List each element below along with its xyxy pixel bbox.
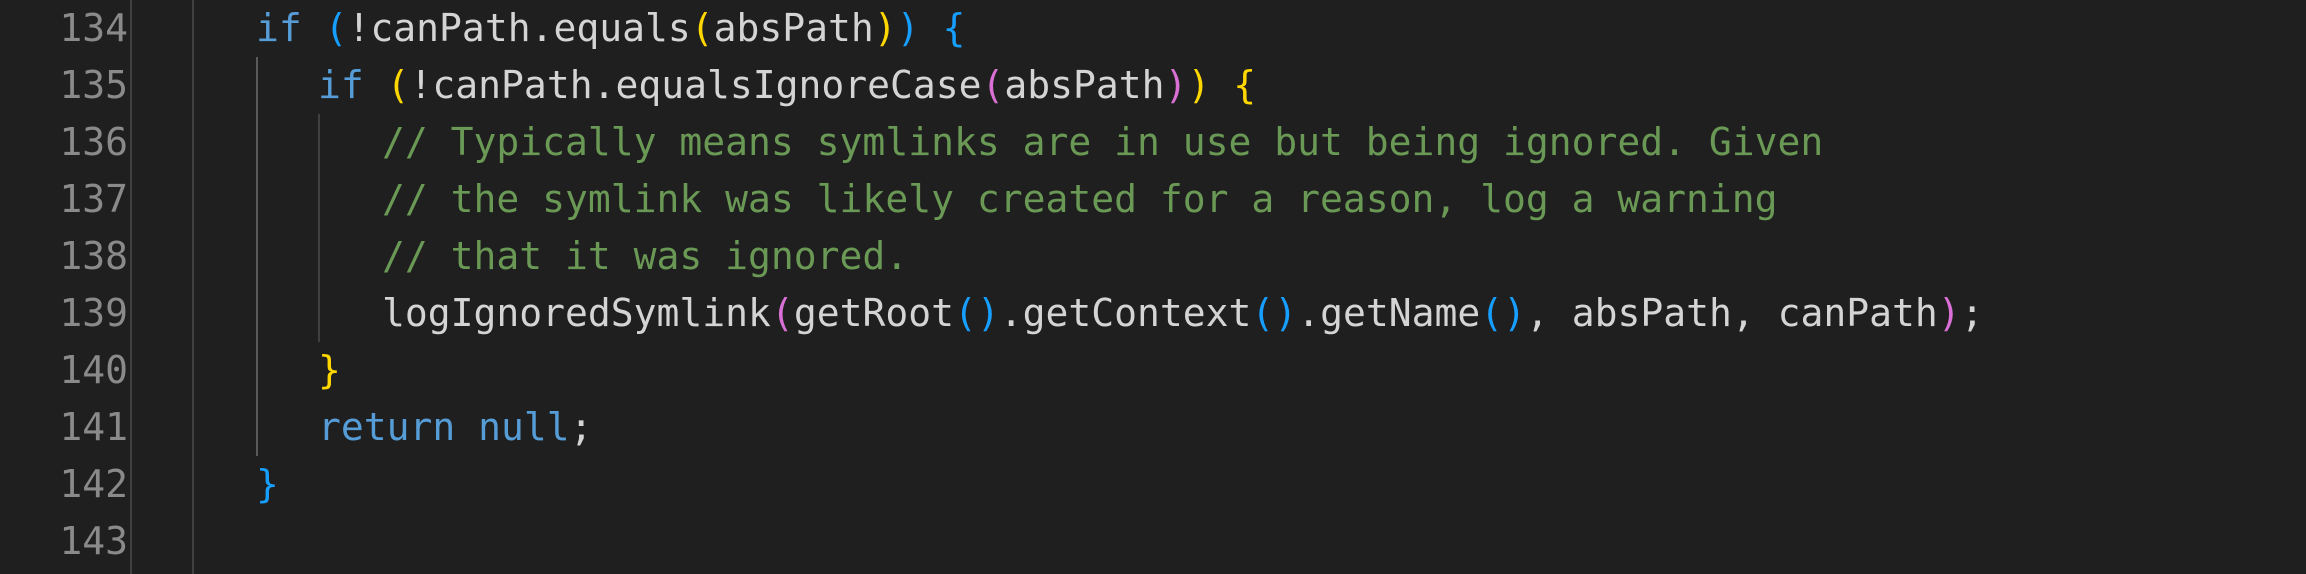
code-line[interactable]: // the symlink was likely created for a … (382, 171, 1778, 228)
indent-guide (130, 0, 132, 574)
code-token: ) (873, 6, 897, 50)
code-token: // that it was ignored. (382, 234, 909, 278)
code-token: ) (1164, 63, 1188, 107)
code-line[interactable]: // that it was ignored. (382, 228, 908, 285)
code-token: } (256, 462, 279, 506)
code-area[interactable]: if (!canPath.equals(absPath)) {if (!canP… (0, 0, 2306, 574)
code-token: // the symlink was likely created for a … (382, 177, 1778, 221)
code-line[interactable]: if (!canPath.equalsIgnoreCase(absPath)) … (318, 57, 1256, 114)
code-line[interactable]: return null; (318, 399, 593, 456)
code-line[interactable]: logIgnoredSymlink(getRoot().getContext()… (382, 285, 1984, 342)
code-token: .getName (1297, 291, 1481, 335)
code-token: // Typically means symlinks are in use b… (382, 120, 1824, 164)
indent-guide (256, 57, 258, 456)
code-token: () (1251, 291, 1298, 335)
code-token: null (478, 405, 570, 449)
code-token: absPath (713, 6, 874, 50)
code-token: !canPath.equals (347, 6, 691, 50)
code-token: ( (324, 6, 348, 50)
code-token: , absPath, canPath (1525, 291, 1938, 335)
code-token: () (1480, 291, 1526, 335)
code-editor[interactable]: 134 135 136 137 138 139 140 141 142 143 if (!canP… (0, 0, 2306, 574)
code-token: } (318, 348, 341, 392)
code-token: absPath (1004, 63, 1165, 107)
code-token: ) (896, 6, 920, 50)
code-token: { (1233, 63, 1257, 107)
code-token: if (256, 6, 302, 50)
code-token: !canPath.equalsIgnoreCase (409, 63, 982, 107)
code-token: ) (1187, 63, 1211, 107)
code-token: ; (569, 405, 593, 449)
code-line[interactable]: } (256, 456, 279, 513)
code-token: ( (690, 6, 714, 50)
code-line[interactable]: } (318, 342, 341, 399)
code-token: ) (1937, 291, 1961, 335)
code-token: ; (1960, 291, 1984, 335)
code-token: if (318, 63, 364, 107)
indent-guide (318, 114, 320, 342)
code-token: ( (770, 291, 794, 335)
code-token: ( (386, 63, 410, 107)
code-token: () (953, 291, 1000, 335)
code-token: .getContext (999, 291, 1252, 335)
code-token: { (942, 6, 966, 50)
indent-guide (192, 0, 194, 574)
code-token: ( (981, 63, 1005, 107)
code-line[interactable]: // Typically means symlinks are in use b… (382, 114, 1823, 171)
code-token: return (318, 405, 456, 449)
code-token: logIgnoredSymlink (382, 291, 771, 335)
code-token: getRoot (793, 291, 954, 335)
code-line[interactable]: if (!canPath.equals(absPath)) { (256, 0, 965, 57)
